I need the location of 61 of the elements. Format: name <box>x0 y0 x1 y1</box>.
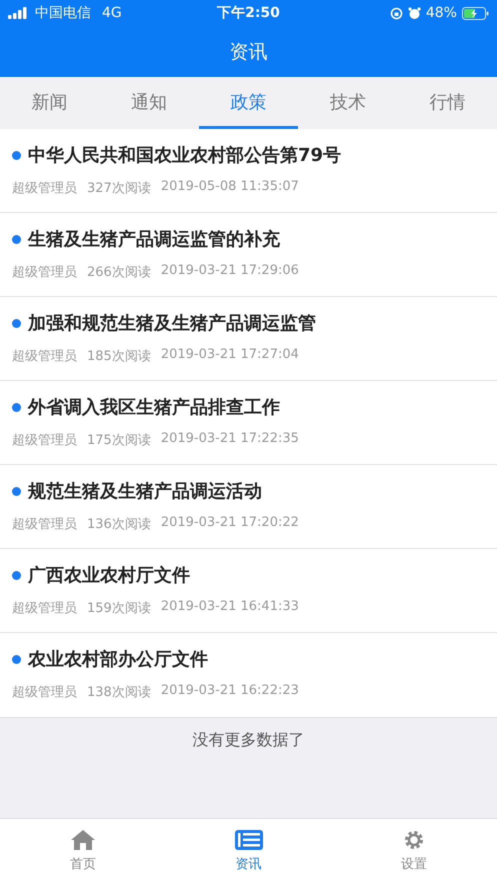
category-tab[interactable]: 通知 <box>99 77 199 129</box>
nav-tab[interactable]: 首页 <box>0 819 166 883</box>
settings-icon <box>403 829 426 851</box>
article-title: 加强和规范生猪及生猪产品调运监管 <box>28 312 316 335</box>
article-item[interactable]: 规范生猪及生猪产品调运活动 超级管理员 136次阅读 2019-03-21 17:20:22 <box>0 465 497 549</box>
read-count: 138次阅读 <box>87 684 151 701</box>
article-item[interactable]: 外省调入我区生猪产品排查工作 超级管理员 175次阅读 2019-03-21 17:22:35 <box>0 381 497 465</box>
network-type: 4G <box>102 5 122 21</box>
article-date: 2019-03-21 16:22:23 <box>160 683 299 700</box>
category-tab[interactable]: 行情 <box>398 77 497 129</box>
read-count: 327次阅读 <box>87 180 151 197</box>
bullet-icon <box>12 654 21 664</box>
article-date: 2019-03-21 17:27:04 <box>160 347 299 364</box>
nav-tab[interactable]: 设置 <box>331 819 497 883</box>
read-count: 266次阅读 <box>87 264 151 281</box>
read-count: 175次阅读 <box>87 432 151 449</box>
end-of-list-note: 没有更多数据了 <box>192 730 304 751</box>
article-author: 超级管理员 <box>12 432 77 449</box>
article-title: 农业农村部办公厅文件 <box>28 648 208 671</box>
carrier-name: 中国电信 <box>35 4 91 22</box>
alarm-icon <box>408 6 421 20</box>
article-date: 2019-05-08 11:35:07 <box>160 179 299 196</box>
article-date: 2019-03-21 16:41:33 <box>160 599 299 616</box>
rotation-lock-icon <box>390 6 403 20</box>
bullet-icon <box>12 402 21 412</box>
read-count: 185次阅读 <box>87 348 151 365</box>
article-title: 中华人民共和国农业农村部公告第79号 <box>28 144 342 167</box>
article-title: 广西农业农村厅文件 <box>28 564 190 587</box>
article-item[interactable]: 生猪及生猪产品调运监管的补充 超级管理员 266次阅读 2019-03-21 17:29:06 <box>0 213 497 297</box>
article-item[interactable]: 农业农村部办公厅文件 超级管理员 138次阅读 2019-03-21 16:22:23 <box>0 633 497 717</box>
category-tab[interactable]: 技术 <box>298 77 398 129</box>
bullet-icon <box>12 234 21 244</box>
status-time: 下午2:50 <box>217 4 280 22</box>
read-count: 136次阅读 <box>87 516 151 533</box>
article-item[interactable]: 中华人民共和国农业农村部公告第79号 超级管理员 327次阅读 2019-05-08 11:35:07 <box>0 129 497 213</box>
article-author: 超级管理员 <box>12 180 77 197</box>
page-title: 资讯 <box>230 40 268 64</box>
article-author: 超级管理员 <box>12 348 77 365</box>
home-icon <box>70 829 96 851</box>
nav-tab[interactable]: 资讯 <box>166 819 332 883</box>
article-item[interactable]: 加强和规范生猪及生猪产品调运监管 超级管理员 185次阅读 2019-03-21 17:27:04 <box>0 297 497 381</box>
article-title: 生猪及生猪产品调运监管的补充 <box>28 228 280 251</box>
article-date: 2019-03-21 17:22:35 <box>160 431 299 448</box>
bullet-icon <box>12 486 21 496</box>
article-author: 超级管理员 <box>12 516 77 533</box>
battery-icon <box>462 6 489 20</box>
article-author: 超级管理员 <box>12 684 77 701</box>
article-title: 外省调入我区生猪产品排查工作 <box>28 396 280 419</box>
read-count: 159次阅读 <box>87 600 151 617</box>
bullet-icon <box>12 150 21 160</box>
article-author: 超级管理员 <box>12 264 77 281</box>
battery-percent: 48% <box>426 5 457 21</box>
bullet-icon <box>12 318 21 328</box>
article-item[interactable]: 广西农业农村厅文件 超级管理员 159次阅读 2019-03-21 16:41:33 <box>0 549 497 633</box>
list-icon <box>234 829 264 851</box>
bullet-icon <box>12 570 21 580</box>
article-title: 规范生猪及生猪产品调运活动 <box>28 480 262 503</box>
category-tab[interactable]: 新闻 <box>0 77 100 129</box>
article-author: 超级管理员 <box>12 600 77 617</box>
article-date: 2019-03-21 17:20:22 <box>160 515 299 532</box>
article-date: 2019-03-21 17:29:06 <box>160 263 299 280</box>
